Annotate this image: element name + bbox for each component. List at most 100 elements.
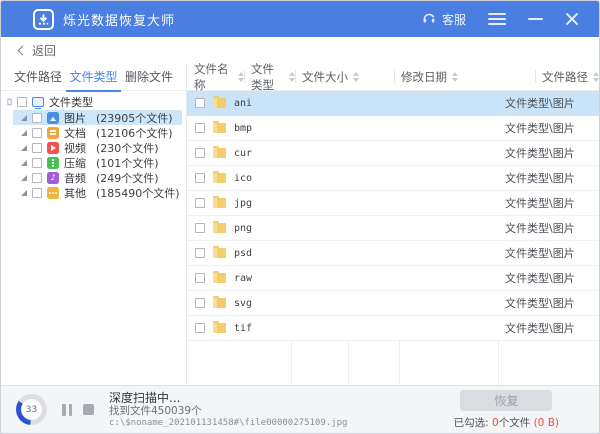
row-checkbox[interactable] [195, 323, 205, 333]
tree-item-count: (249个文件) [96, 170, 159, 186]
table-row[interactable]: ani 文件类型\图片 [187, 91, 599, 116]
back-button[interactable]: 返回 [19, 42, 56, 59]
titlebar-left: 烁光数据恢复大师 [33, 9, 175, 30]
tree-item-label: 视频 [64, 140, 91, 156]
tree-root-label: 文件类型 [49, 94, 93, 110]
file-table: 文件名称 文件类型 文件大小 修改日期 [187, 63, 599, 385]
folder-icon [213, 323, 226, 333]
expand-icon[interactable] [8, 99, 12, 105]
row-checkbox[interactable] [195, 148, 205, 158]
column-header[interactable]: 修改日期 [394, 63, 535, 90]
tree-item-checkbox[interactable] [32, 143, 42, 153]
customer-service-button[interactable]: 客服 [421, 10, 466, 29]
expand-icon[interactable] [21, 115, 27, 121]
expand-icon[interactable] [21, 190, 27, 196]
column-header-label: 文件名称 [194, 61, 233, 93]
expand-icon[interactable] [21, 145, 27, 151]
minimize-icon[interactable] [528, 18, 543, 20]
table-row[interactable]: tif 文件类型\图片 [187, 316, 599, 341]
tree-item-checkbox[interactable] [32, 113, 42, 123]
file-category-icon [47, 157, 59, 169]
tree-item-checkbox[interactable] [32, 158, 42, 168]
column-header[interactable]: 文件大小 [295, 63, 394, 90]
column-header[interactable]: 文件路径 [535, 63, 599, 90]
file-category-icon [47, 142, 59, 154]
scan-current-path: c:\$noname_202101131458#\file00000275109… [109, 417, 347, 429]
file-path-cell: 文件类型\图片 [498, 320, 599, 336]
tree-root-checkbox[interactable] [17, 97, 27, 107]
selected-count-number: 0 [492, 417, 499, 429]
table-row[interactable]: psd 文件类型\图片 [187, 241, 599, 266]
row-checkbox[interactable] [195, 298, 205, 308]
scan-status: 深度扫描中... 找到文件450039个 c:\$noname_20210113… [109, 391, 347, 429]
file-category-icon [47, 127, 59, 139]
row-checkbox[interactable] [195, 223, 205, 233]
tree-item-checkbox[interactable] [32, 188, 42, 198]
table-row[interactable]: raw 文件类型\图片 [187, 266, 599, 291]
app-logo-icon [33, 9, 54, 30]
tree-item-label: 图片 [64, 110, 91, 126]
tree-item[interactable]: 文档 (12106个文件) [13, 125, 182, 140]
tree-item-checkbox[interactable] [32, 173, 42, 183]
table-row[interactable]: bmp 文件类型\图片 [187, 116, 599, 141]
sidebar-tab[interactable]: 文件类型 [67, 68, 119, 85]
table-row[interactable]: svg 文件类型\图片 [187, 291, 599, 316]
file-path-cell: 文件类型\图片 [498, 170, 599, 186]
file-name: ani [234, 98, 252, 109]
tree-item-label: 音频 [64, 170, 91, 186]
file-category-icon [47, 112, 59, 124]
menu-icon[interactable] [488, 10, 506, 28]
column-header[interactable]: 文件类型 [244, 63, 295, 90]
tree-item[interactable]: 音频 (249个文件) [13, 170, 182, 185]
tree-item[interactable]: 其他 (185490个文件) [13, 185, 182, 200]
tree-item-checkbox[interactable] [32, 128, 42, 138]
pause-icon[interactable] [62, 404, 72, 416]
table-row[interactable]: jpg 文件类型\图片 [187, 191, 599, 216]
expand-icon[interactable] [21, 130, 27, 136]
stop-icon[interactable] [83, 404, 94, 415]
sidebar: 文件路径 文件类型 删除文件 文件类型 [1, 63, 187, 385]
tree-item-label: 其他 [64, 185, 91, 201]
expand-icon[interactable] [21, 175, 27, 181]
tree-item-count: (101个文件) [96, 155, 159, 171]
column-header[interactable]: 文件名称 [187, 63, 244, 90]
file-name-cell: cur [187, 148, 291, 159]
selected-prefix: 已勾选: [454, 417, 489, 429]
expand-icon[interactable] [21, 160, 27, 166]
row-checkbox[interactable] [195, 98, 205, 108]
sort-icon[interactable] [593, 72, 599, 82]
status-bar: 33 深度扫描中... 找到文件450039个 c:\$noname_20210… [1, 385, 599, 433]
tree-item[interactable]: 压缩 (101个文件) [13, 155, 182, 170]
tree-item-count: (12106个文件) [96, 125, 173, 141]
tree-root[interactable]: 文件类型 [1, 94, 186, 110]
row-checkbox[interactable] [195, 123, 205, 133]
table-row[interactable]: ico 文件类型\图片 [187, 166, 599, 191]
close-icon[interactable] [565, 12, 579, 26]
sidebar-tab[interactable]: 文件路径 [12, 68, 64, 85]
sort-icon[interactable] [452, 72, 458, 82]
file-path-cell: 文件类型\图片 [498, 245, 599, 261]
folder-icon [213, 98, 226, 108]
sidebar-tab[interactable]: 删除文件 [123, 68, 175, 85]
sidebar-tabs: 文件路径 文件类型 删除文件 [1, 63, 186, 91]
column-header-label: 文件路径 [542, 69, 588, 85]
tree-item-count: (23905个文件) [96, 110, 173, 126]
file-name-cell: ico [187, 173, 291, 184]
row-checkbox[interactable] [195, 248, 205, 258]
file-name: jpg [234, 198, 252, 209]
headset-icon [421, 10, 437, 29]
back-label: 返回 [32, 42, 56, 59]
sort-icon[interactable] [353, 72, 359, 82]
file-name: svg [234, 298, 252, 309]
file-name-cell: raw [187, 273, 291, 284]
tree-item[interactable]: 图片 (23905个文件) [13, 110, 182, 125]
recover-button[interactable]: 恢复 [460, 390, 552, 411]
row-checkbox[interactable] [195, 198, 205, 208]
column-header-label: 修改日期 [401, 69, 447, 85]
tree-item[interactable]: 视频 (230个文件) [13, 140, 182, 155]
folder-icon [213, 198, 226, 208]
row-checkbox[interactable] [195, 273, 205, 283]
table-row[interactable]: cur 文件类型\图片 [187, 141, 599, 166]
row-checkbox[interactable] [195, 173, 205, 183]
table-row[interactable]: png 文件类型\图片 [187, 216, 599, 241]
